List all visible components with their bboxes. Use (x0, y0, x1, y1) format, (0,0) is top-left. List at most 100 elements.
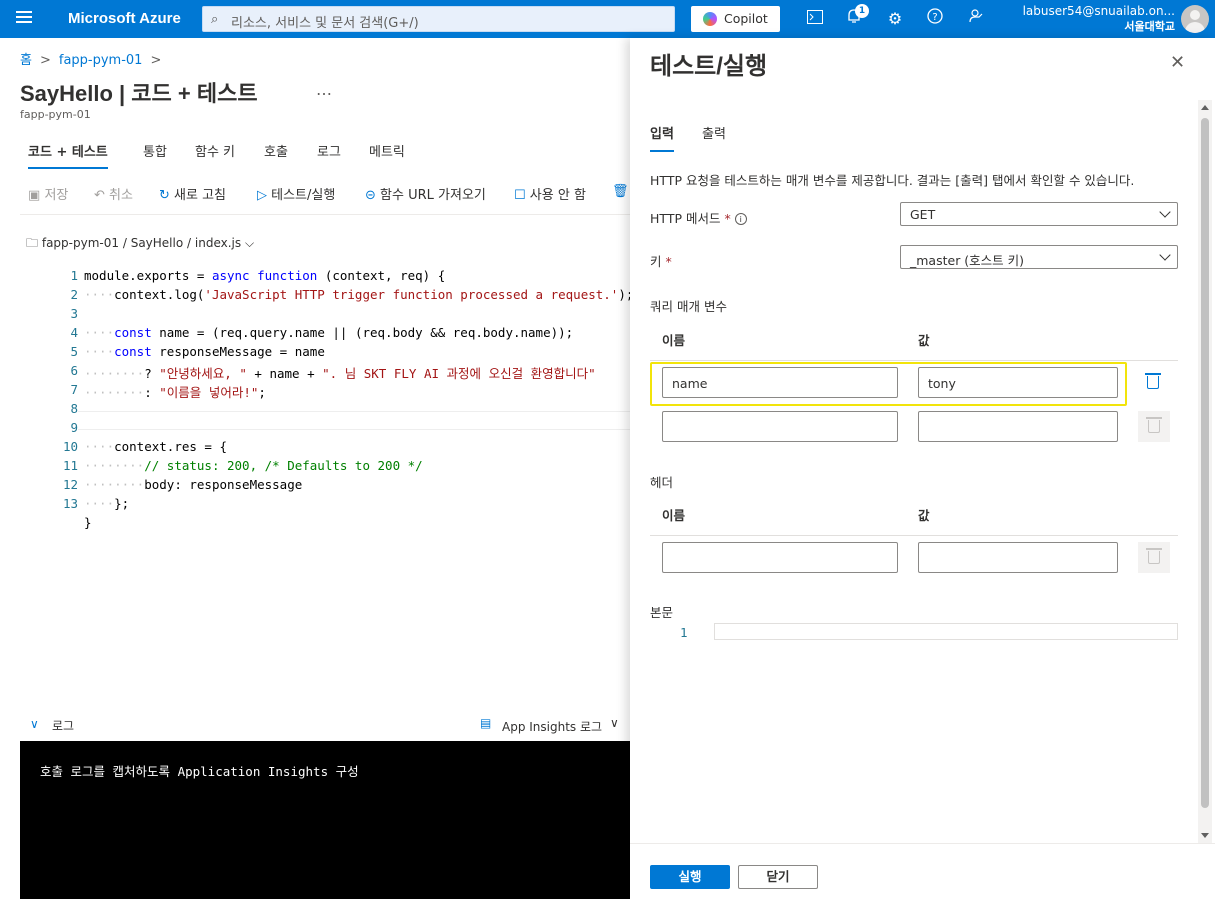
panel-description: HTTP 요청을 테스트하는 매개 변수를 제공합니다. 결과는 [출력] 탭에… (650, 173, 1135, 188)
global-search-input[interactable]: ⌕ 리소스, 서비스 및 문서 검색(G+/) (202, 6, 675, 32)
gear-icon[interactable]: ⚙ (884, 8, 906, 30)
app-insights-dropdown[interactable]: App Insights 로그 (502, 718, 602, 735)
line-number: 12 (62, 477, 78, 492)
divider (650, 360, 1178, 361)
close-icon[interactable]: ✕ (1170, 52, 1185, 73)
required-mark: * (665, 254, 672, 269)
code-line: ········? "안녕하세요, " + name + ". 님 SKT FL… (84, 366, 596, 381)
breadcrumb-separator: > (39, 53, 51, 68)
feedback-icon[interactable] (965, 8, 987, 30)
copilot-icon (703, 12, 717, 26)
file-path-sep: / (122, 236, 127, 250)
code-line: ····context.log('JavaScript HTTP trigger… (84, 287, 634, 302)
discard-label: 취소 (109, 188, 133, 203)
header-value-input[interactable] (918, 542, 1118, 573)
key-select[interactable]: _master (호스트 키) (900, 245, 1178, 269)
help-icon[interactable]: ? (924, 8, 946, 30)
tab-code-test[interactable]: 코드 + 테스트 (28, 141, 108, 169)
tab-input[interactable]: 입력 (650, 123, 674, 152)
body-label: 본문 (650, 605, 674, 620)
current-line-highlight (78, 411, 630, 430)
tab-integration[interactable]: 통합 (143, 141, 167, 160)
tab-function-keys[interactable]: 함수 키 (195, 141, 235, 160)
user-org: 서울대학교 (1124, 20, 1175, 33)
line-number: 5 (70, 344, 78, 359)
scroll-down-icon[interactable] (1201, 833, 1209, 838)
run-button[interactable]: 실행 (650, 865, 730, 889)
log-console: 호출 로그를 캡처하도록 Application Insights 구성 (20, 741, 630, 899)
play-icon: ▷ (257, 188, 267, 203)
search-placeholder: 리소스, 서비스 및 문서 검색(G+/) (231, 16, 419, 31)
close-button[interactable]: 닫기 (738, 865, 818, 889)
refresh-button[interactable]: ↻ 새로 고침 (159, 184, 226, 203)
tab-output[interactable]: 출력 (702, 123, 726, 142)
refresh-label: 새로 고침 (174, 188, 227, 203)
trash-icon (1146, 548, 1162, 550)
tab-metrics[interactable]: 메트릭 (369, 141, 405, 160)
disable-label: 사용 안 함 (529, 188, 586, 203)
account-info[interactable]: labuser54@snuailab.on... 서울대학교 (1023, 4, 1175, 34)
breadcrumb: 홈 > fapp-pym-01 > (20, 49, 169, 68)
http-method-select[interactable]: GET (900, 202, 1178, 226)
query-name-input[interactable] (662, 411, 898, 442)
scroll-up-icon[interactable] (1201, 105, 1209, 110)
delete-row-button (1138, 542, 1170, 573)
code-line: ········: "이름을 넣어라!"; (84, 385, 266, 400)
query-name-value: name (672, 376, 708, 391)
link-icon: ⊝ (365, 188, 376, 203)
copilot-button[interactable]: Copilot (691, 6, 780, 32)
menu-icon[interactable] (16, 11, 32, 27)
trash-icon-body (1147, 376, 1159, 389)
body-editor[interactable] (714, 623, 1178, 640)
disable-button[interactable]: ☐ 사용 안 함 (514, 184, 586, 203)
trash-icon (1145, 373, 1161, 375)
breadcrumb-resource[interactable]: fapp-pym-01 (59, 53, 143, 68)
scrollbar[interactable] (1198, 100, 1212, 843)
tab-logs[interactable]: 로그 (317, 141, 341, 160)
chevron-down-icon[interactable]: ∨ (610, 716, 619, 730)
query-value-input[interactable]: tony (918, 367, 1118, 398)
document-icon: ▤ (480, 716, 492, 730)
file-path-file: index.js (194, 236, 242, 250)
header-name-input[interactable] (662, 542, 898, 573)
chevron-down-icon[interactable]: ∨ (30, 717, 39, 731)
cloud-shell-icon[interactable] (804, 8, 826, 30)
key-value: _master (호스트 키) (910, 253, 1025, 268)
delete-row-button[interactable] (1137, 367, 1169, 398)
copilot-label: Copilot (724, 11, 768, 26)
get-url-button[interactable]: ⊝ 함수 URL 가져오기 (365, 184, 486, 203)
checkbox-icon: ☐ (514, 188, 526, 203)
breadcrumb-home[interactable]: 홈 (20, 53, 32, 68)
undo-icon: ↶ (94, 188, 105, 203)
scroll-thumb[interactable] (1201, 118, 1209, 808)
divider (650, 535, 1178, 536)
key-label-text: 키 (650, 254, 662, 269)
key-label: 키 * (650, 251, 672, 270)
brand-title[interactable]: Microsoft Azure (68, 10, 181, 27)
header-col-name: 이름 (662, 508, 686, 523)
get-url-label: 함수 URL 가져오기 (380, 188, 486, 203)
test-run-label: 테스트/실행 (271, 188, 336, 203)
file-path-selector[interactable]: 🗀 fapp-pym-01 / SayHello / index.js ⌵ (26, 234, 254, 255)
divider (20, 214, 630, 215)
line-number: 6 (70, 363, 78, 378)
info-icon[interactable]: i (734, 213, 747, 225)
delete-icon[interactable]: 🗑 (612, 184, 629, 199)
avatar[interactable] (1181, 5, 1209, 33)
tab-invocations[interactable]: 호출 (264, 141, 288, 160)
line-number: 1 (680, 625, 688, 640)
line-number: 1 (70, 268, 78, 283)
trash-icon (1146, 417, 1162, 419)
search-icon: ⌕ (211, 12, 219, 27)
save-button[interactable]: ▣ 저장 (28, 184, 68, 203)
chevron-down-icon: ⌵ (244, 236, 255, 250)
log-bar: ∨ 로그 ▤ App Insights 로그 ∨ (20, 710, 630, 740)
test-run-button[interactable]: ▷ 테스트/실행 (257, 184, 335, 203)
page-subtitle: fapp-pym-01 (20, 108, 91, 121)
discard-button[interactable]: ↶ 취소 (94, 184, 133, 203)
query-name-input[interactable]: name (662, 367, 898, 398)
log-label[interactable]: 로그 (52, 717, 74, 734)
http-method-label: HTTP 메서드 * i (650, 208, 747, 227)
more-icon[interactable]: … (316, 80, 332, 99)
query-value-input[interactable] (918, 411, 1118, 442)
